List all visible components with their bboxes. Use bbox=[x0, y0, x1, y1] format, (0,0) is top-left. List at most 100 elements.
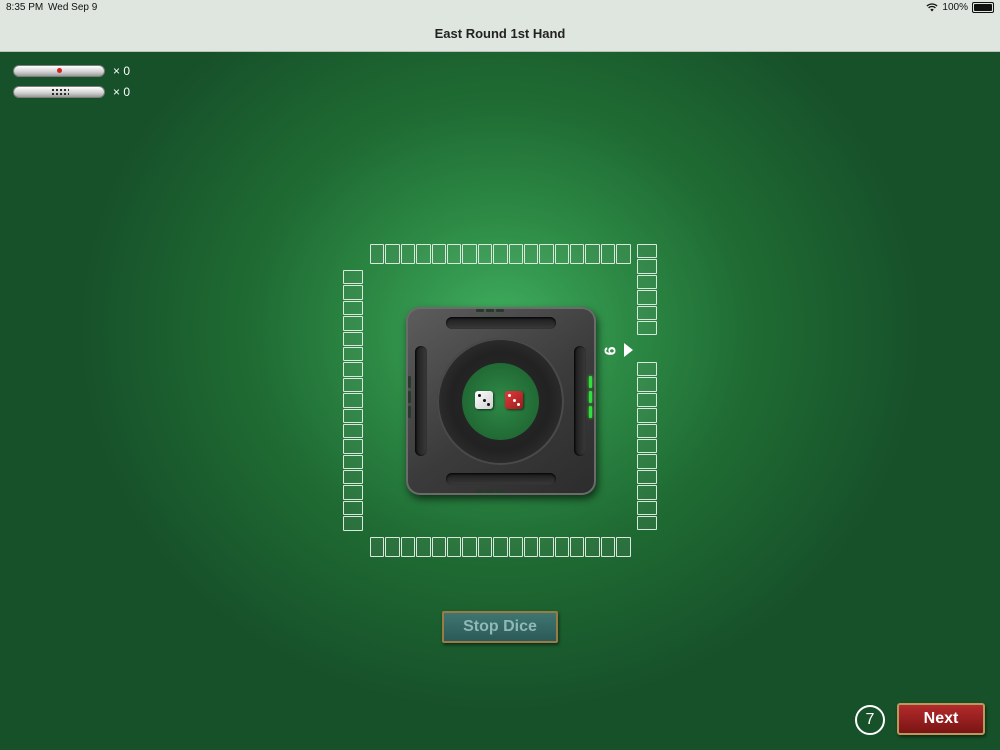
wall-tile bbox=[637, 469, 657, 485]
dice-bowl bbox=[437, 338, 564, 465]
wall-tile bbox=[637, 259, 657, 274]
wall-tile bbox=[343, 285, 363, 300]
wall-tile bbox=[370, 537, 385, 557]
wall-bottom bbox=[370, 537, 631, 557]
wall-tile bbox=[343, 316, 363, 331]
status-right: 100% bbox=[926, 2, 994, 13]
wall-tile bbox=[431, 244, 446, 264]
wall-tile bbox=[523, 537, 539, 557]
status-bar: 8:35 PM Wed Sep 9 100% bbox=[0, 0, 1000, 16]
wall-tile bbox=[343, 362, 363, 377]
status-date: Wed Sep 9 bbox=[48, 2, 98, 13]
wall-tile bbox=[637, 274, 657, 290]
stick-slot-left bbox=[415, 346, 427, 456]
header-bar: East Round 1st Hand bbox=[0, 16, 1000, 52]
wall-tile bbox=[343, 346, 363, 362]
wall-tile bbox=[637, 244, 657, 259]
wall-tile bbox=[637, 454, 657, 469]
wall-tile bbox=[446, 244, 462, 264]
wall-left bbox=[343, 270, 363, 531]
wall-tile bbox=[343, 516, 363, 531]
wall-tile bbox=[493, 537, 508, 557]
wall-tile bbox=[343, 485, 363, 500]
wall-tile bbox=[637, 408, 657, 423]
wall-tile bbox=[554, 537, 570, 557]
wall-tile bbox=[343, 439, 363, 454]
wall-tile bbox=[493, 244, 508, 264]
wall-tile bbox=[400, 537, 416, 557]
wall-tile bbox=[637, 392, 657, 408]
wall-tile bbox=[637, 362, 657, 377]
wall-tile bbox=[343, 300, 363, 316]
next-button[interactable]: Next bbox=[897, 703, 985, 735]
wall-tile bbox=[637, 377, 657, 392]
wall-tile bbox=[539, 244, 554, 264]
wall-tile bbox=[385, 244, 400, 264]
wall-tile bbox=[477, 537, 493, 557]
dice-tray bbox=[406, 307, 596, 495]
wall-tile bbox=[343, 423, 363, 439]
wall-tile bbox=[343, 454, 363, 470]
wall-tile bbox=[616, 537, 631, 557]
wall-top bbox=[370, 244, 631, 264]
red-die-icon bbox=[505, 391, 523, 409]
wall-tile bbox=[343, 500, 363, 516]
wall-tile bbox=[523, 244, 539, 264]
wall-tile bbox=[637, 305, 657, 320]
wall-tile bbox=[508, 244, 523, 264]
seat-indicator-top bbox=[476, 309, 504, 312]
stop-dice-button[interactable]: Stop Dice bbox=[442, 611, 558, 643]
riichi-stick-icon bbox=[13, 65, 105, 77]
wall-tile bbox=[585, 537, 600, 557]
wall-tile bbox=[637, 290, 657, 305]
wall-break-arrow-icon bbox=[624, 343, 633, 357]
wall-tile bbox=[637, 500, 657, 515]
wall-tile bbox=[637, 320, 657, 336]
battery-percent: 100% bbox=[942, 2, 968, 13]
wall-tile bbox=[616, 244, 631, 264]
wall-tile bbox=[585, 244, 600, 264]
status-time: 8:35 PM bbox=[6, 2, 44, 13]
seat-indicator-left bbox=[408, 376, 411, 418]
wall-tile bbox=[637, 515, 657, 531]
wall-tile bbox=[370, 244, 385, 264]
wall-tile bbox=[385, 537, 400, 557]
riichi-stick-count: × 0 bbox=[113, 64, 131, 78]
stick-slot-bottom bbox=[446, 473, 556, 485]
wall-tile bbox=[416, 537, 431, 557]
wall-tile bbox=[600, 244, 616, 264]
wall-tile bbox=[343, 270, 363, 285]
honba-stick-icon bbox=[13, 86, 105, 98]
page-title: East Round 1st Hand bbox=[434, 26, 566, 41]
stick-slot-right bbox=[574, 346, 586, 456]
wall-tile bbox=[570, 537, 585, 557]
seat-indicator-right-active bbox=[589, 376, 592, 418]
battery-icon bbox=[972, 2, 994, 13]
honba-stick-count: × 0 bbox=[113, 85, 131, 99]
wall-tile bbox=[400, 244, 416, 264]
wall-tile bbox=[446, 537, 462, 557]
wall-tile bbox=[554, 244, 570, 264]
turn-timer: 7 bbox=[855, 705, 885, 735]
wall-tile bbox=[637, 485, 657, 500]
wall-tile bbox=[343, 470, 363, 485]
wall-tile bbox=[416, 244, 431, 264]
wall-tile bbox=[431, 537, 446, 557]
honba-stick-row: × 0 bbox=[13, 85, 130, 99]
wall-tile bbox=[637, 438, 657, 454]
wall-tile bbox=[343, 393, 363, 408]
riichi-stick-row: × 0 bbox=[13, 64, 130, 78]
wall-tile bbox=[539, 537, 554, 557]
wall-tile bbox=[508, 537, 523, 557]
wifi-icon bbox=[926, 3, 938, 12]
dice-bowl-felt bbox=[462, 363, 539, 440]
stick-slot-top bbox=[446, 317, 556, 329]
wall-tile bbox=[343, 408, 363, 423]
wall-tile bbox=[462, 244, 477, 264]
wall-tile bbox=[637, 423, 657, 438]
wall-tile bbox=[343, 331, 363, 346]
wall-tile bbox=[462, 537, 477, 557]
wall-tile bbox=[600, 537, 616, 557]
wall-tile bbox=[477, 244, 493, 264]
wall-right-lower bbox=[637, 362, 657, 531]
